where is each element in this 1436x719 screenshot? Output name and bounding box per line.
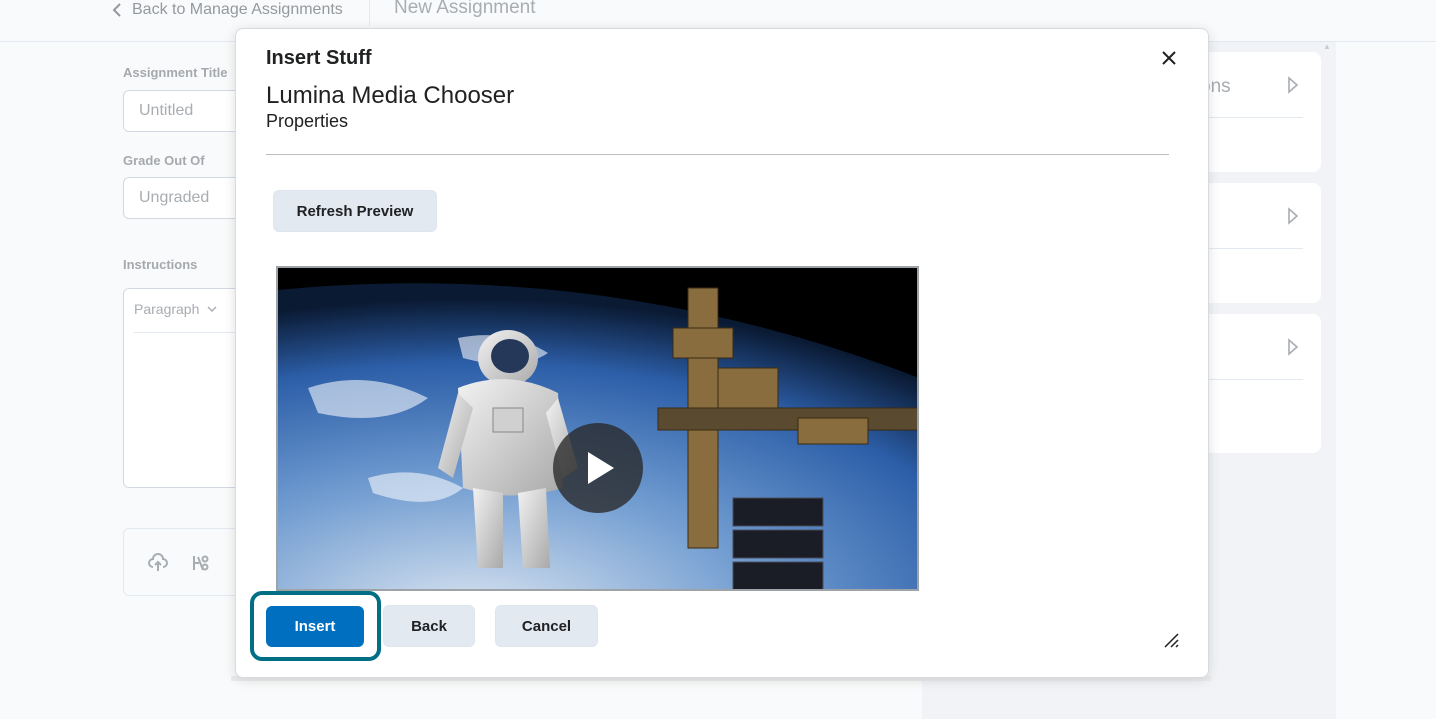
expand-triangle-icon[interactable] [1287, 338, 1299, 356]
header-divider [369, 0, 370, 26]
card-separator [1208, 379, 1303, 380]
properties-subtitle: Properties [266, 111, 349, 131]
instructions-label: Instructions [123, 257, 198, 272]
refresh-preview-button[interactable]: Refresh Preview [273, 190, 437, 232]
side-card-3[interactable] [1200, 314, 1321, 453]
back-to-manage-assignments-link[interactable]: Back to Manage Assignments [112, 0, 343, 20]
play-icon [588, 452, 614, 484]
insert-stuff-dialog: Insert Stuff Lumina Media Chooser Proper… [235, 28, 1209, 678]
back-button[interactable]: Back [383, 605, 475, 647]
paragraph-format-label: Paragraph [134, 301, 200, 317]
paragraph-format-select[interactable]: Paragraph [134, 301, 217, 317]
card-separator [1208, 117, 1303, 118]
scroll-up-icon[interactable]: ▲ [1323, 42, 1331, 51]
close-icon [1162, 51, 1176, 65]
rubric-icon[interactable] [190, 553, 210, 573]
media-chooser-title: Lumina Media Chooser [266, 82, 515, 109]
upload-icon[interactable] [148, 553, 168, 573]
card-separator [1208, 248, 1303, 249]
back-link-label: Back to Manage Assignments [132, 1, 343, 18]
video-preview[interactable] [276, 266, 919, 591]
cancel-button[interactable]: Cancel [495, 605, 598, 647]
resize-handle-icon[interactable] [1163, 632, 1179, 648]
chevron-left-icon [112, 3, 121, 17]
page-title: New Assignment [394, 0, 536, 18]
side-card-1[interactable]: ons [1200, 52, 1321, 172]
chevron-down-icon [207, 306, 217, 313]
close-button[interactable] [1159, 48, 1179, 68]
grade-out-of-label: Grade Out Of [123, 153, 205, 168]
play-button[interactable] [553, 423, 643, 513]
assignment-title-label: Assignment Title [123, 65, 228, 80]
expand-triangle-icon[interactable] [1287, 207, 1299, 225]
dialog-title: Insert Stuff [266, 47, 372, 69]
insert-button[interactable]: Insert [266, 606, 364, 647]
expand-triangle-icon[interactable] [1287, 76, 1299, 94]
title-divider [266, 154, 1169, 155]
side-card-2[interactable] [1200, 183, 1321, 303]
